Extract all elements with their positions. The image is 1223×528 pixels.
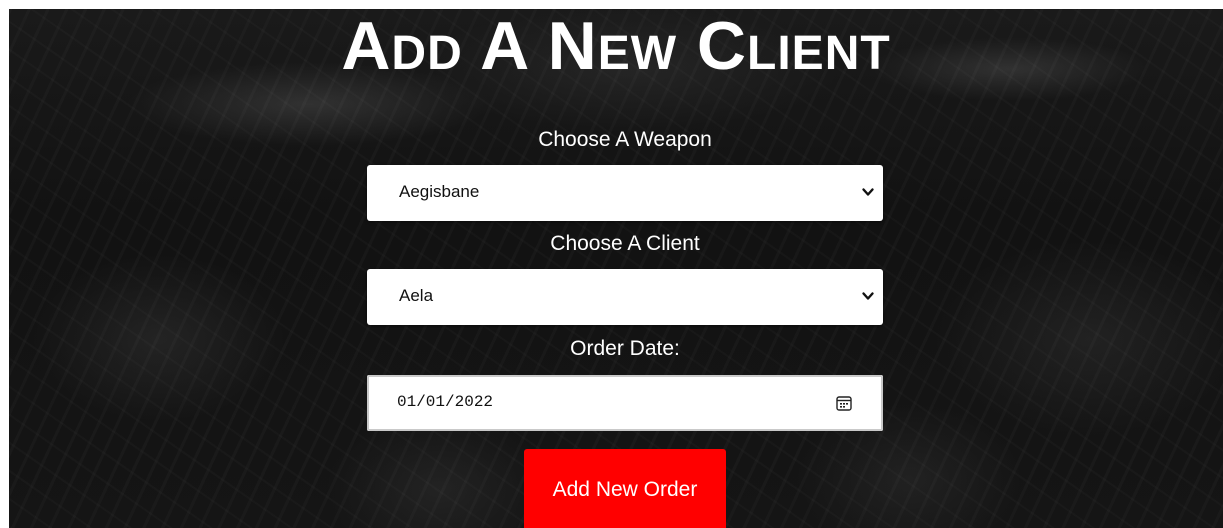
weapon-selected-value: Aegisbane — [399, 182, 480, 201]
order-date-value: 01/01/2022 — [397, 393, 494, 411]
client-label: Choose A Client — [550, 232, 700, 255]
add-new-order-button[interactable]: Add New Order — [524, 449, 726, 528]
calendar-icon[interactable] — [835, 394, 853, 412]
client-select[interactable]: Aela — [367, 269, 883, 325]
order-date-input[interactable]: 01/01/2022 — [367, 375, 883, 431]
weapon-select[interactable]: Aegisbane — [367, 165, 883, 221]
page-background: Add A New Client Choose A Weapon Aegisba… — [9, 9, 1223, 528]
chevron-down-icon — [862, 188, 874, 196]
client-selected-value: Aela — [399, 286, 434, 305]
chevron-down-icon — [862, 292, 874, 300]
page-title: Add A New Client — [341, 9, 891, 84]
order-date-label: Order Date: — [570, 337, 680, 360]
weapon-label: Choose A Weapon — [538, 128, 712, 151]
